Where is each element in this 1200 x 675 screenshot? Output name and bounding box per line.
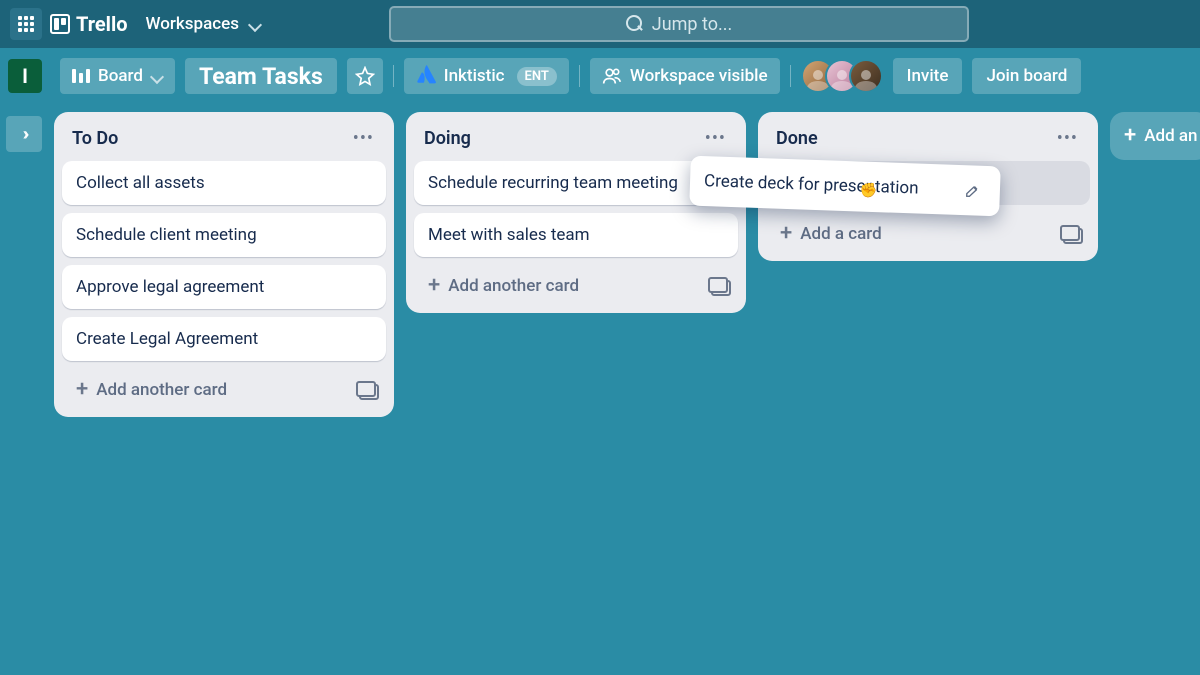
board-header: I Board Team Tasks Inktistic ENT Workspa… [0, 48, 1200, 104]
org-button[interactable]: Inktistic ENT [404, 58, 569, 94]
plus-icon: + [428, 275, 440, 297]
card[interactable]: Schedule client meeting [62, 213, 386, 257]
card-template-button[interactable] [708, 277, 730, 295]
plus-icon: + [780, 223, 792, 245]
list-menu-button[interactable]: ••• [1053, 126, 1082, 151]
workspaces-menu-button[interactable]: Workspaces [136, 8, 271, 40]
list-menu-button[interactable]: ••• [349, 126, 378, 151]
avatar[interactable] [849, 59, 883, 93]
view-switcher-button[interactable]: Board [60, 58, 175, 94]
divider [579, 65, 580, 87]
add-card-button[interactable]: + Add a card [774, 219, 888, 249]
card-template-button[interactable] [1060, 225, 1082, 243]
people-icon [602, 66, 622, 86]
edit-card-button[interactable] [959, 177, 986, 204]
add-list-button[interactable]: + Add an [1110, 112, 1200, 160]
list: To Do ••• Collect all assets Schedule cl… [54, 112, 394, 417]
member-avatars[interactable] [801, 59, 883, 93]
plus-icon: + [1124, 125, 1136, 147]
list: Doing ••• Schedule recurring team meetin… [406, 112, 746, 313]
atlassian-icon [416, 64, 436, 89]
global-search-input[interactable]: Jump to... [389, 6, 969, 42]
grab-cursor-icon: ✊ [860, 183, 878, 200]
search-placeholder: Jump to... [652, 14, 732, 35]
plus-icon: + [76, 379, 88, 401]
add-card-button[interactable]: + Add another card [70, 375, 233, 405]
join-board-button[interactable]: Join board [972, 58, 1081, 94]
card[interactable]: Collect all assets [62, 161, 386, 205]
divider [393, 65, 394, 87]
global-header: Trello Workspaces Jump to... [0, 0, 1200, 48]
chevron-down-icon [249, 18, 261, 30]
apps-grid-icon [18, 16, 34, 32]
card-template-button[interactable] [356, 381, 378, 399]
list-title[interactable]: To Do [72, 128, 118, 149]
card[interactable]: Meet with sales team [414, 213, 738, 257]
trello-logo-icon [50, 14, 70, 34]
board-title[interactable]: Team Tasks [185, 58, 337, 94]
list-title[interactable]: Done [776, 128, 818, 149]
invite-button[interactable]: Invite [893, 58, 963, 94]
divider [790, 65, 791, 87]
trello-logo[interactable]: Trello [50, 12, 128, 36]
card-title: Create deck for presentation ✊ [704, 171, 919, 198]
list-title[interactable]: Doing [424, 128, 471, 149]
workspaces-label: Workspaces [146, 14, 239, 34]
list-menu-button[interactable]: ••• [701, 126, 730, 151]
plan-badge: ENT [517, 67, 557, 86]
visibility-button[interactable]: Workspace visible [590, 58, 780, 94]
card[interactable]: Approve legal agreement [62, 265, 386, 309]
apps-switcher-button[interactable] [10, 8, 42, 40]
trello-logo-text: Trello [76, 12, 128, 36]
board-canvas: ›› To Do ••• Collect all assets Schedule… [0, 104, 1200, 675]
workspace-avatar[interactable]: I [8, 59, 42, 93]
star-icon [355, 66, 375, 86]
card[interactable]: Create Legal Agreement [62, 317, 386, 361]
chevron-down-icon [151, 70, 163, 82]
add-card-button[interactable]: + Add another card [422, 271, 585, 301]
board-view-icon [72, 69, 90, 83]
search-icon [626, 15, 644, 33]
chevron-double-right-icon: ›› [23, 124, 26, 145]
star-board-button[interactable] [347, 58, 383, 94]
expand-sidebar-button[interactable]: ›› [6, 116, 42, 152]
